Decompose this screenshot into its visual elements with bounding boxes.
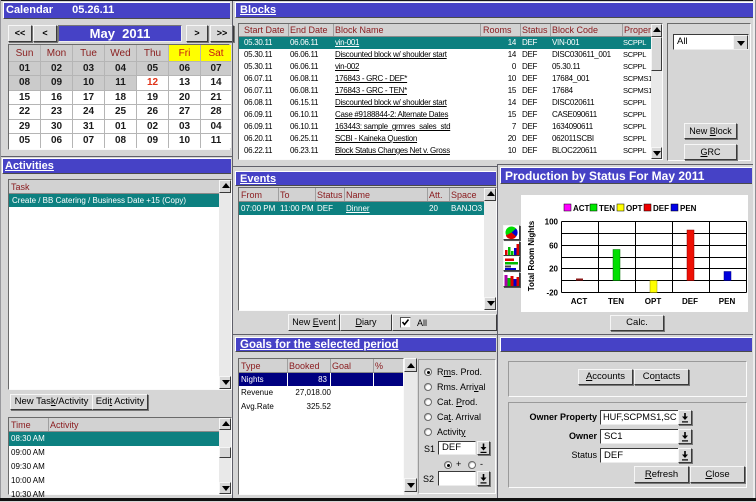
svg-text:ACT: ACT xyxy=(573,204,590,213)
svg-text:ACT: ACT xyxy=(571,297,588,306)
svg-text:100: 100 xyxy=(545,218,559,227)
svg-text:DEF: DEF xyxy=(682,297,698,306)
svg-text:PEN: PEN xyxy=(680,204,697,213)
svg-text:20: 20 xyxy=(549,265,558,274)
svg-text:TEN: TEN xyxy=(599,204,615,213)
svg-text:DEF: DEF xyxy=(653,204,669,213)
svg-text:PEN: PEN xyxy=(719,297,736,306)
svg-text:TEN: TEN xyxy=(608,297,624,306)
svg-text:OPT: OPT xyxy=(626,204,643,213)
svg-text:-20: -20 xyxy=(546,289,558,298)
svg-text:Total Room Nights: Total Room Nights xyxy=(527,220,536,291)
svg-text:OPT: OPT xyxy=(645,297,662,306)
svg-text:60: 60 xyxy=(549,242,558,251)
